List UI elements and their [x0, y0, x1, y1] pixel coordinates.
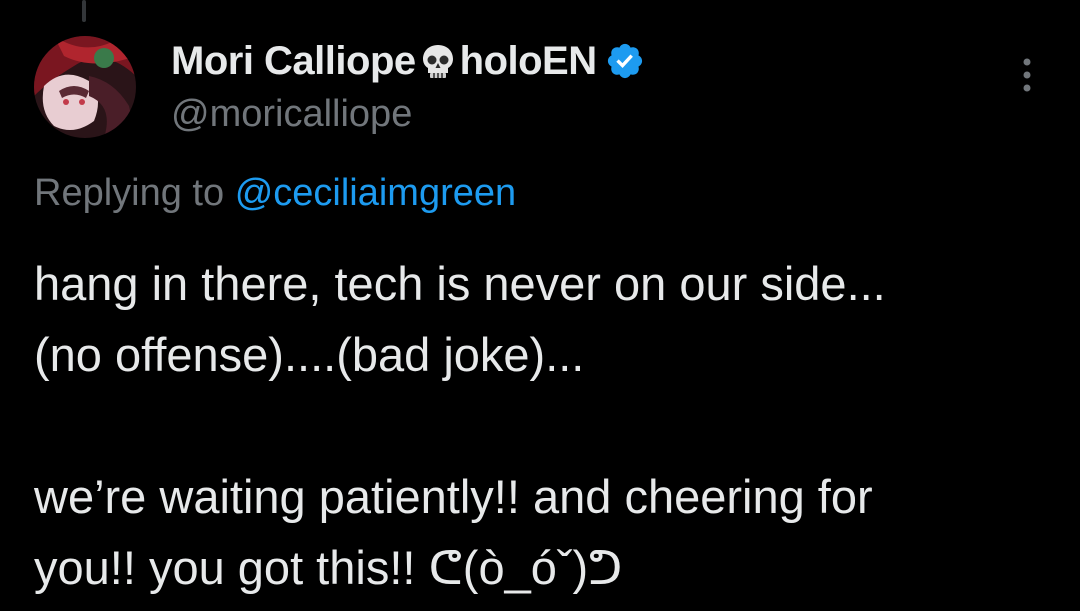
replying-to-label: Replying to — [34, 172, 225, 214]
author-handle[interactable]: @moricalliope — [171, 90, 1000, 138]
tweet-line-2: (no offense)....(bad joke)... — [34, 328, 585, 381]
tweet-header: Mori Calliope holoEN @moricalliope — [171, 36, 1000, 138]
skull-icon — [418, 41, 458, 81]
author-name-suffix[interactable]: holoEN — [460, 39, 597, 84]
author-name-row[interactable]: Mori Calliope holoEN — [171, 36, 1000, 86]
tweet-line-1: hang in there, tech is never on our side… — [34, 257, 886, 310]
tweet-line-5: you!! you got this!! ᕦ(ò_óˇ)ᕤ — [34, 541, 623, 594]
avatar[interactable] — [34, 36, 136, 138]
thread-connector-line — [82, 0, 86, 22]
replying-to: Replying to @ceciliaimgreen — [34, 172, 516, 215]
avatar-image — [34, 36, 136, 138]
tweet-line-4: we’re waiting patiently!! and cheering f… — [34, 470, 873, 523]
replying-to-mention[interactable]: @ceciliaimgreen — [235, 172, 516, 214]
more-options-icon[interactable] — [1010, 56, 1044, 100]
tweet-body: hang in there, tech is never on our side… — [34, 248, 1064, 603]
author-display-name[interactable]: Mori Calliope — [171, 39, 416, 84]
verified-badge-icon[interactable] — [605, 41, 645, 81]
